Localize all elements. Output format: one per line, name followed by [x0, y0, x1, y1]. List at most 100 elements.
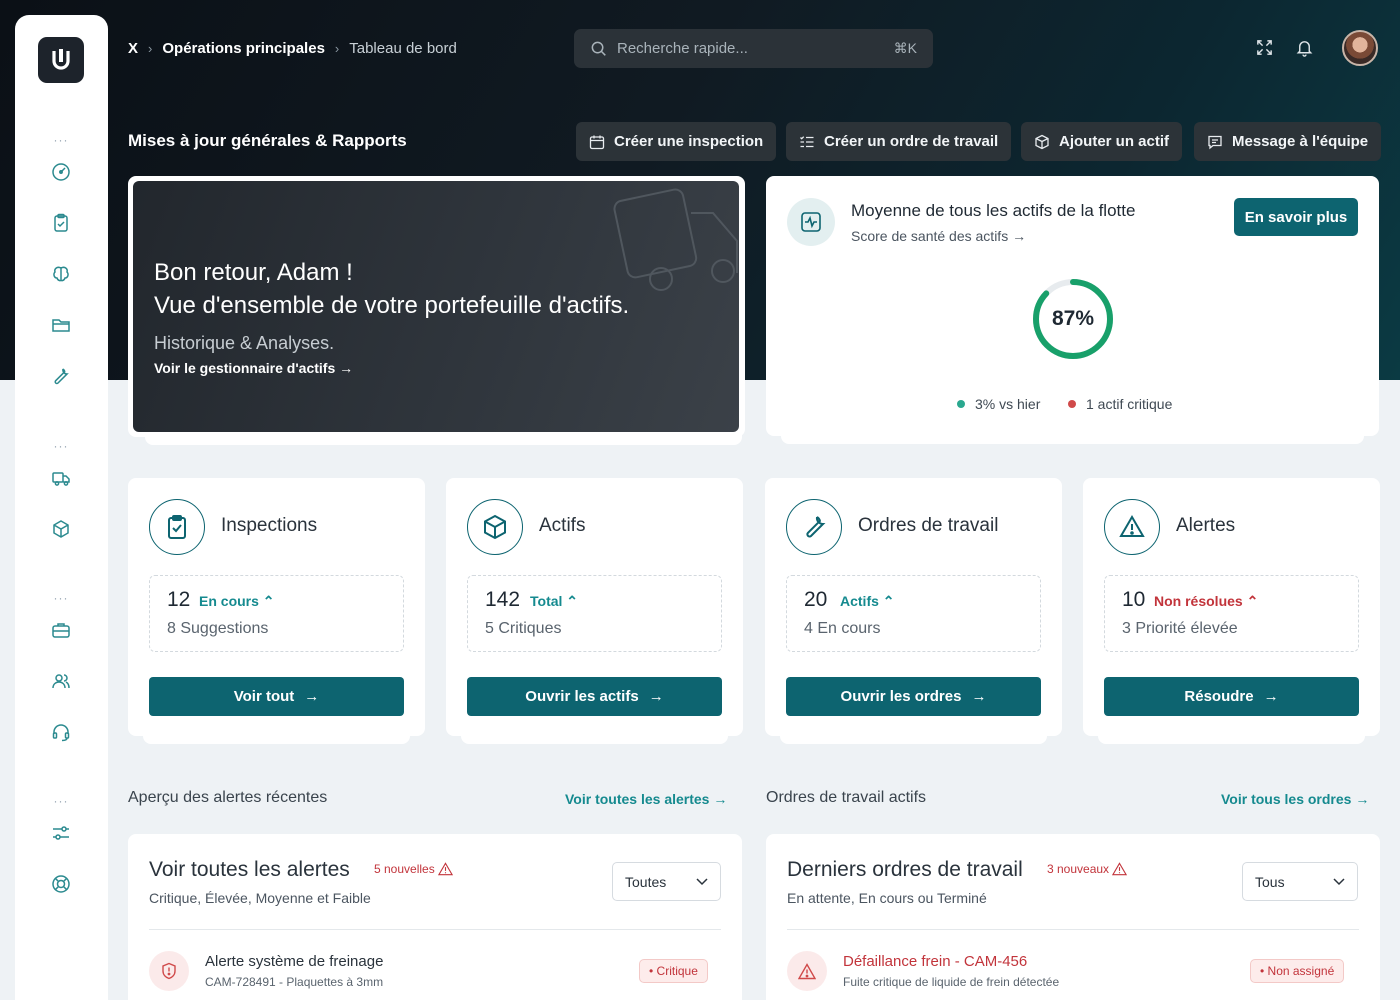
- sidebar: ··· ··· ··· ···: [15, 15, 108, 1000]
- open-orders-button[interactable]: Ouvrir les ordres →: [786, 677, 1041, 716]
- truck-icon[interactable]: [49, 466, 73, 490]
- chevron-up-icon: ⌃: [566, 593, 579, 609]
- divider: [149, 929, 721, 930]
- app-logo[interactable]: [38, 37, 84, 83]
- status-badge: • Non assigné: [1250, 959, 1345, 983]
- cube-icon: [467, 499, 523, 555]
- inspections-title: Inspections: [221, 515, 318, 536]
- briefcase-icon[interactable]: [49, 618, 73, 642]
- resolve-button[interactable]: Résoudre →: [1104, 677, 1359, 716]
- alerts-filter-select[interactable]: Toutes: [612, 862, 721, 901]
- users-icon[interactable]: [49, 669, 73, 693]
- legend-label: 3% vs hier: [975, 396, 1041, 412]
- legend-dot: [1068, 400, 1076, 408]
- alerts-panel: Voir toutes les alertes 5 nouvelles Crit…: [128, 834, 742, 1000]
- message-team-button[interactable]: Message à l'équipe: [1194, 122, 1382, 161]
- search-placeholder: Recherche rapide...: [617, 40, 748, 57]
- chevron-down-icon: [696, 877, 708, 885]
- new-alerts-badge: 5 nouvelles: [374, 862, 453, 876]
- work-orders-sub: 4 En cours: [804, 620, 881, 637]
- dashboard-icon[interactable]: [49, 160, 73, 184]
- sliders-icon[interactable]: [49, 821, 73, 845]
- chevron-down-icon: [1333, 877, 1345, 885]
- box-plus-icon: [1035, 134, 1049, 149]
- asset-manager-link[interactable]: Voir le gestionnaire d'actifs →: [154, 360, 353, 376]
- chevron-right-icon: ›: [148, 40, 153, 56]
- avatar[interactable]: [1342, 30, 1378, 66]
- clipboard-check-icon: [149, 499, 205, 555]
- search-input[interactable]: Recherche rapide... ⌘K: [574, 29, 933, 68]
- breadcrumb-root[interactable]: X: [128, 40, 138, 57]
- alerts-tag: Non résolues ⌃: [1154, 593, 1258, 610]
- alerts-card: Alertes 10 Non résolues ⌃ 3 Priorité éle…: [1083, 478, 1380, 736]
- alerts-title: Alertes: [1176, 515, 1236, 536]
- alerts-panel-title: Voir toutes les alertes: [149, 858, 350, 881]
- work-orders-count: 20: [804, 588, 828, 611]
- add-asset-label: Ajouter un actif: [1059, 133, 1170, 150]
- folder-icon[interactable]: [49, 313, 73, 337]
- message-team-label: Message à l'équipe: [1232, 133, 1369, 150]
- search-shortcut: ⌘K: [893, 40, 917, 56]
- alert-row-title[interactable]: Alerte système de freinage: [205, 953, 383, 970]
- inspections-tag: En cours ⌃: [199, 593, 275, 610]
- learn-more-button[interactable]: En savoir plus: [1234, 198, 1358, 236]
- order-row-sub: Fuite critique de liquide de frein détec…: [843, 975, 1060, 989]
- work-orders-tag: Actifs ⌃: [840, 593, 895, 610]
- sidebar-separator: ···: [53, 591, 69, 605]
- arrow-right-icon: →: [304, 688, 320, 705]
- resolve-label: Résoudre: [1184, 688, 1254, 705]
- open-assets-label: Ouvrir les actifs: [525, 688, 639, 705]
- create-inspection-button[interactable]: Créer une inspection: [576, 122, 777, 161]
- arrow-right-icon: →: [648, 688, 664, 705]
- warning-icon: [787, 951, 827, 991]
- order-row-title[interactable]: Défaillance frein - CAM-456: [843, 953, 1027, 970]
- alerts-panel-subtitle: Critique, Élevée, Moyenne et Faible: [149, 890, 371, 906]
- add-asset-button[interactable]: Ajouter un actif: [1021, 122, 1183, 161]
- active-orders-heading: Ordres de travail actifs: [766, 789, 927, 806]
- view-all-orders-label: Voir tous les ordres: [1221, 791, 1352, 807]
- view-all-orders-link[interactable]: Voir tous les ordres →: [1221, 791, 1369, 807]
- assets-tag-label: Total: [530, 593, 563, 609]
- breadcrumb-section[interactable]: Opérations principales: [162, 40, 325, 57]
- open-assets-button[interactable]: Ouvrir les actifs →: [467, 677, 722, 716]
- section-title: Mises à jour générales & Rapports: [128, 131, 407, 150]
- fleet-health-subtitle[interactable]: Score de santé des actifs →: [851, 228, 1026, 244]
- warning-icon: [1104, 499, 1160, 555]
- new-orders-count: 3 nouveaux: [1047, 862, 1110, 876]
- work-orders-tag-label: Actifs: [840, 593, 879, 609]
- brain-icon[interactable]: [49, 262, 73, 286]
- orders-filter-value: Tous: [1255, 873, 1285, 890]
- welcome-greeting: Bon retour, Adam !: [154, 259, 353, 286]
- alerts-filter-value: Toutes: [625, 873, 667, 890]
- create-work-order-button[interactable]: Créer un ordre de travail: [786, 122, 1012, 161]
- bell-icon[interactable]: [1295, 38, 1315, 58]
- headset-icon[interactable]: [49, 720, 73, 744]
- wrench-icon[interactable]: [49, 364, 73, 388]
- wrench-icon: [786, 499, 842, 555]
- new-alerts-count: 5 nouvelles: [374, 862, 435, 876]
- search-icon: [591, 41, 606, 56]
- welcome-banner: Bon retour, Adam ! Vue d'ensemble de vot…: [133, 181, 739, 432]
- fleet-health-title: Moyenne de tous les actifs de la flotte: [851, 201, 1136, 220]
- fullscreen-icon[interactable]: [1255, 38, 1275, 58]
- truck-illustration-icon: [613, 188, 738, 291]
- sidebar-separator: ···: [53, 794, 69, 808]
- chevron-up-icon: ⌃: [262, 593, 275, 609]
- view-all-alerts-link[interactable]: Voir toutes les alertes →: [565, 791, 727, 807]
- divider: [787, 929, 1359, 930]
- assets-card: Actifs 142 Total ⌃ 5 Critiques Ouvrir le…: [446, 478, 743, 736]
- assets-summary: 142 Total ⌃ 5 Critiques: [467, 575, 722, 652]
- cube-icon[interactable]: [49, 517, 73, 541]
- view-all-inspections-button[interactable]: Voir tout →: [149, 677, 404, 716]
- inspections-tag-label: En cours: [199, 593, 259, 609]
- lifebuoy-icon[interactable]: [49, 872, 73, 896]
- orders-panel-subtitle: En attente, En cours ou Terminé: [787, 890, 987, 906]
- warning-icon: [1112, 862, 1128, 876]
- sidebar-separator: ···: [53, 439, 69, 453]
- legend-label: 1 actif critique: [1086, 396, 1173, 412]
- legend-item: 1 actif critique: [1068, 396, 1172, 412]
- arrow-right-icon: →: [339, 360, 354, 376]
- assets-title: Actifs: [539, 515, 586, 536]
- orders-filter-select[interactable]: Tous: [1242, 862, 1358, 901]
- clipboard-icon[interactable]: [49, 211, 73, 235]
